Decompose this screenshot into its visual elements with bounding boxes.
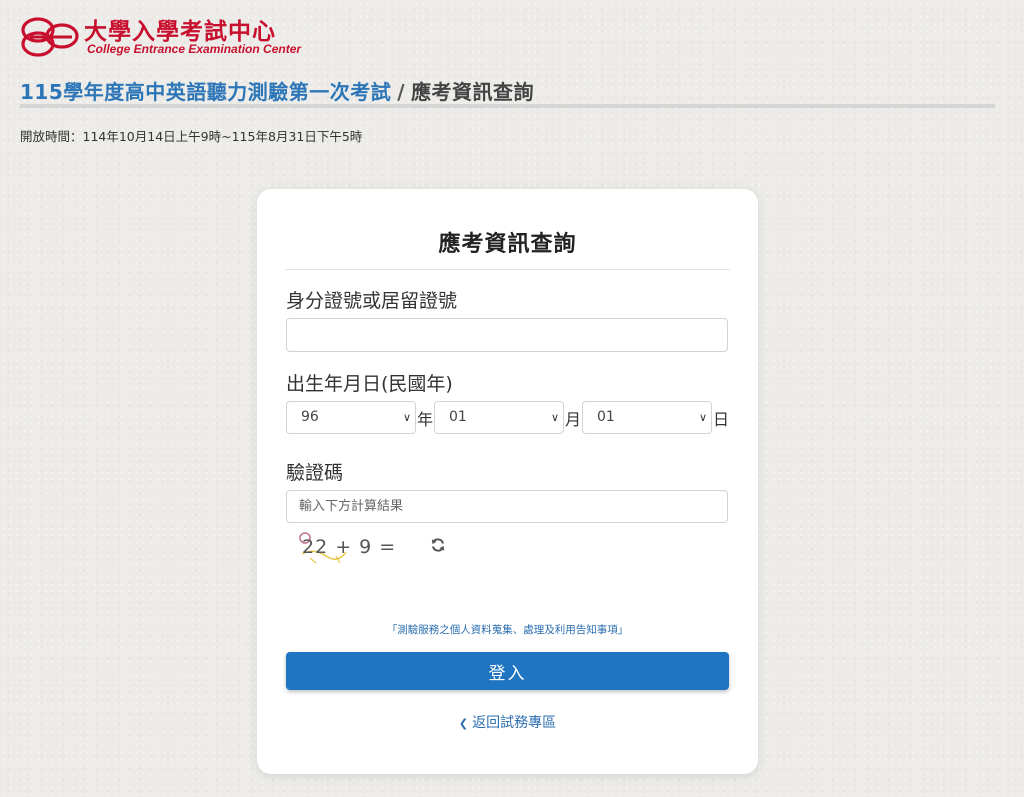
chevron-left-icon: ❮: [458, 717, 469, 730]
birth-day-value: 01: [597, 409, 615, 425]
birth-day-select[interactable]: 01 ∨: [582, 401, 712, 434]
form-title: 應考資訊查詢: [438, 232, 577, 257]
ceec-logo[interactable]: 大學入學考試中心 College Entrance Examination Ce…: [20, 12, 302, 60]
form-title-divider: [285, 269, 730, 270]
page-subtitle: 應考資訊查詢: [411, 80, 535, 104]
captcha-image: 22 + 9 =: [302, 536, 397, 558]
login-button[interactable]: 登入: [286, 652, 729, 690]
captcha-label: 驗證碼: [286, 462, 344, 484]
title-separator: /: [397, 80, 406, 104]
page-title: 115學年度高中英語聽力測驗第一次考試 / 應考資訊查詢: [20, 76, 534, 105]
birth-month-value: 01: [449, 409, 467, 425]
birth-month-select[interactable]: 01 ∨: [434, 401, 564, 434]
month-unit: 月: [565, 410, 582, 429]
year-unit: 年: [417, 410, 434, 429]
id-number-input[interactable]: [286, 318, 728, 352]
title-divider: [20, 104, 995, 108]
birth-date-label: 出生年月日(民國年): [286, 373, 453, 395]
privacy-notice-link[interactable]: 「測驗服務之個人資料蒐集、處理及利用告知事項」: [257, 622, 758, 637]
birth-year-select[interactable]: 96 ∨: [286, 401, 416, 434]
chevron-down-icon: ∨: [698, 411, 707, 424]
captcha-input[interactable]: [286, 490, 728, 523]
id-label: 身分證號或居留證號: [286, 290, 458, 312]
logo-chinese-name: 大學入學考試中心: [84, 18, 276, 45]
logo-mark-icon: [21, 17, 79, 57]
day-unit: 日: [713, 410, 730, 429]
logo-english-name: College Entrance Examination Center: [87, 42, 302, 56]
back-to-exam-area-link[interactable]: ❮ 返回試務專區: [257, 712, 758, 732]
back-link-label: 返回試務專區: [472, 715, 557, 731]
refresh-icon[interactable]: [430, 537, 446, 553]
birth-year-value: 96: [301, 409, 319, 425]
open-time-text: 開放時間：114年10月14日上午9時~115年8月31日下午5時: [20, 129, 363, 144]
chevron-down-icon: ∨: [402, 411, 411, 424]
exam-title: 115學年度高中英語聽力測驗第一次考試: [20, 80, 392, 104]
chevron-down-icon: ∨: [550, 411, 559, 424]
